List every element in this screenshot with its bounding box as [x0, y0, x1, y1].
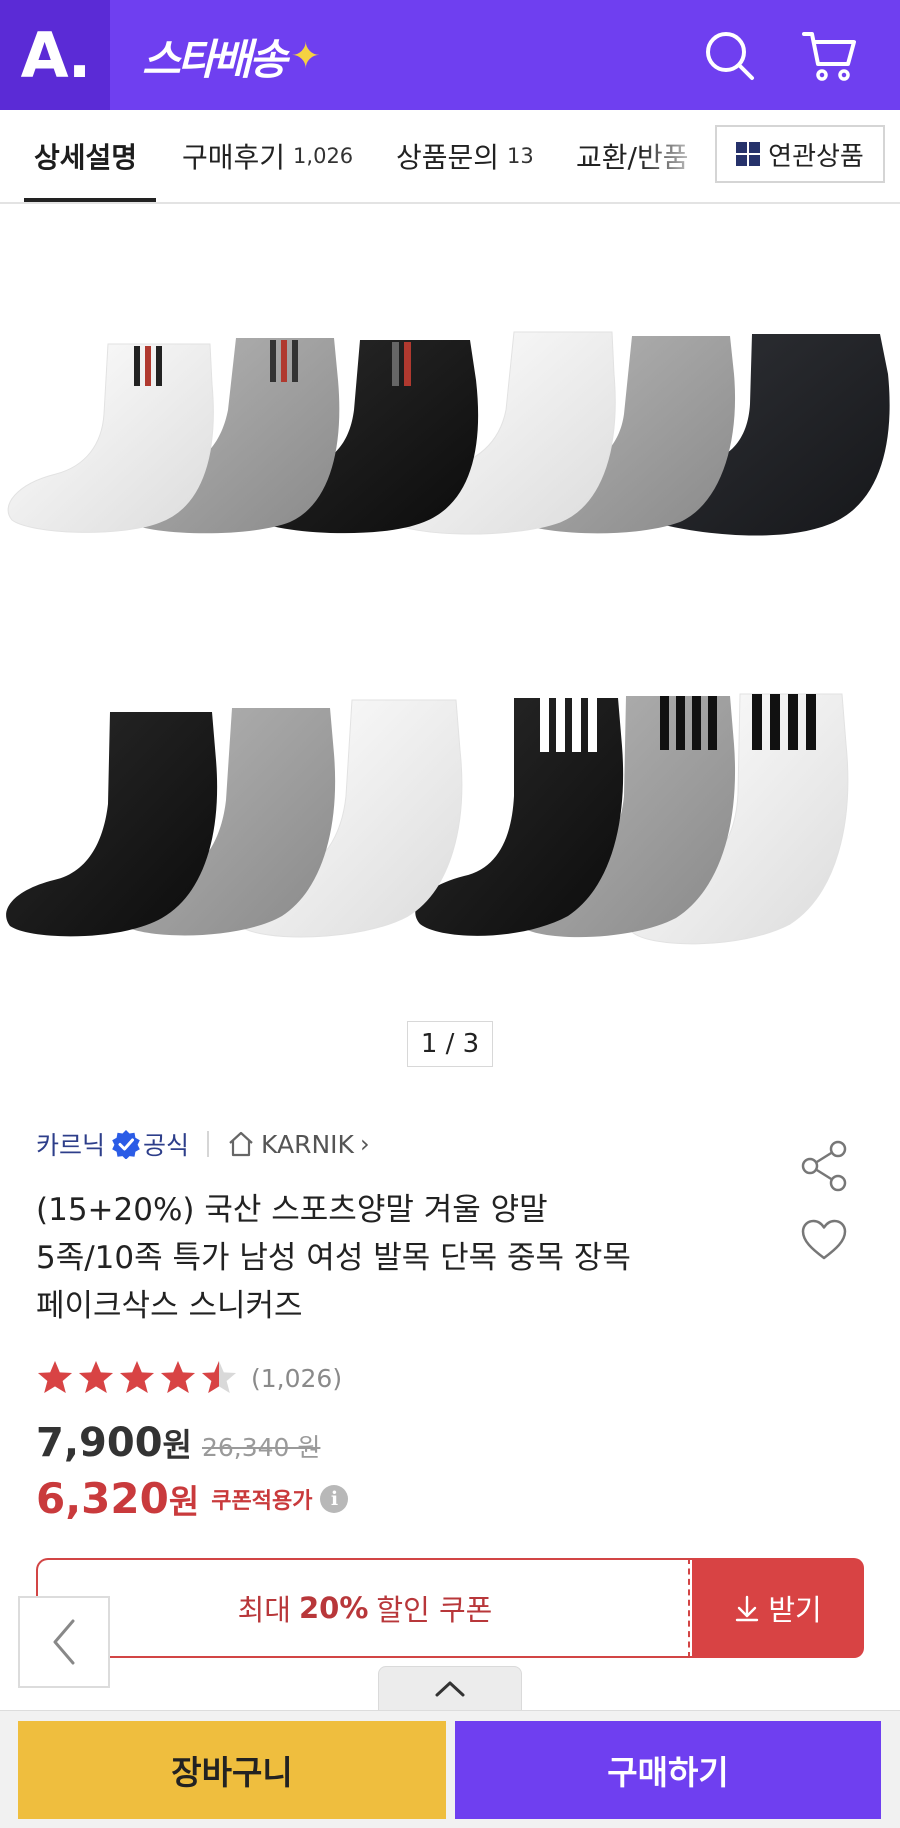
store-link[interactable]: KARNIK ›: [227, 1130, 370, 1159]
price-unit: 원: [162, 1426, 192, 1464]
tab-label: 상세설명: [34, 141, 138, 174]
official-label: 공식: [143, 1131, 190, 1160]
add-to-cart-button[interactable]: 장바구니: [18, 1721, 446, 1819]
seller-name[interactable]: 카르닉: [36, 1126, 105, 1162]
info-icon[interactable]: i: [320, 1484, 349, 1513]
home-icon: [229, 1131, 253, 1157]
chevron-up-icon: [435, 1681, 465, 1696]
download-icon: [736, 1595, 759, 1622]
sale-price: 7,900: [36, 1420, 163, 1466]
tab-fade: [640, 110, 710, 202]
title-line: 페이크삭스 스니커즈: [36, 1288, 303, 1324]
product-image[interactable]: [0, 204, 900, 1084]
logo[interactable]: A.: [0, 0, 110, 110]
tab-label: 구매후기: [182, 141, 286, 174]
original-price: 26,340 원: [201, 1433, 321, 1462]
coupon-price-unit: 원: [168, 1481, 200, 1521]
sock-row-1: [7, 331, 890, 536]
heart-icon[interactable]: [800, 1218, 848, 1262]
tab-label: 상품문의: [396, 141, 500, 174]
coupon-price-label: 쿠폰적용가: [211, 1488, 313, 1514]
share-icon[interactable]: [800, 1140, 848, 1192]
sock-row-2: [6, 693, 849, 945]
chevron-right-icon: ›: [359, 1130, 370, 1158]
star-rating: [36, 1359, 241, 1397]
coupon-percent: 20%: [299, 1591, 369, 1625]
brand-text: 스타배송: [142, 34, 288, 84]
chevron-left-icon: [53, 1619, 75, 1665]
star-full-icon: [38, 1361, 72, 1393]
rating[interactable]: (1,026): [36, 1356, 342, 1400]
question-count: 13: [507, 144, 534, 168]
rating-count: (1,026): [251, 1363, 343, 1393]
coupon-suffix: 할인 쿠폰: [376, 1593, 493, 1627]
star-delivery-brand[interactable]: 스타배송 ✦: [142, 28, 321, 84]
back-button[interactable]: [18, 1596, 110, 1688]
image-counter: 1 / 3: [407, 1021, 493, 1067]
tab-detail[interactable]: 상세설명: [34, 110, 137, 202]
related-products-label: 연관상품: [768, 141, 864, 172]
cart-icon[interactable]: [800, 26, 860, 86]
coupon-price-row: 6,320 원 쿠폰적용가 i: [36, 1474, 349, 1523]
active-tab-indicator: [24, 198, 156, 202]
search-icon[interactable]: [700, 26, 760, 86]
coupon-prefix: 최대: [237, 1593, 291, 1627]
seller-info: 카르닉 공식 KARNIK ›: [36, 1124, 370, 1164]
tab-questions[interactable]: 상품문의 13: [396, 110, 534, 202]
store-name: KARNIK: [261, 1129, 354, 1159]
socks-illustration: [6, 331, 890, 945]
coupon-download-button[interactable]: 받기: [692, 1558, 864, 1658]
star-full-icon: [161, 1361, 195, 1393]
product-tabs: 상세설명 구매후기 1,026 상품문의 13 교환/반품 연관상품: [0, 110, 900, 204]
bottom-action-bar: 장바구니 구매하기: [0, 1710, 900, 1828]
app-header: A. 스타배송 ✦: [0, 0, 900, 110]
price-row: 7,900 원 26,340 원: [36, 1420, 320, 1466]
sparkle-icon: ✦: [290, 35, 321, 77]
coupon-banner[interactable]: 최대 20% 할인 쿠폰: [36, 1558, 692, 1658]
review-count: 1,026: [293, 144, 354, 168]
title-line: (15+20%) 국산 스포츠양말 겨울 양말: [36, 1192, 548, 1228]
expand-options-button[interactable]: [378, 1666, 522, 1710]
buy-now-button[interactable]: 구매하기: [455, 1721, 881, 1819]
title-line: 5족/10족 특가 남성 여성 발목 단목 중목 장목: [36, 1240, 631, 1276]
star-full-icon: [120, 1361, 154, 1393]
download-label: 받기: [768, 1593, 822, 1627]
coupon-price: 6,320: [36, 1474, 169, 1523]
star-half-icon: [202, 1361, 236, 1393]
tab-reviews[interactable]: 구매후기 1,026: [182, 110, 353, 202]
verified-badge-icon: [112, 1130, 140, 1159]
related-products-button[interactable]: 연관상품: [715, 125, 885, 183]
star-full-icon: [79, 1361, 113, 1393]
product-title: (15+20%) 국산 스포츠양말 겨울 양말 5족/10족 특가 남성 여성 …: [36, 1186, 756, 1330]
divider: [207, 1131, 210, 1157]
grid-icon: [736, 142, 761, 166]
